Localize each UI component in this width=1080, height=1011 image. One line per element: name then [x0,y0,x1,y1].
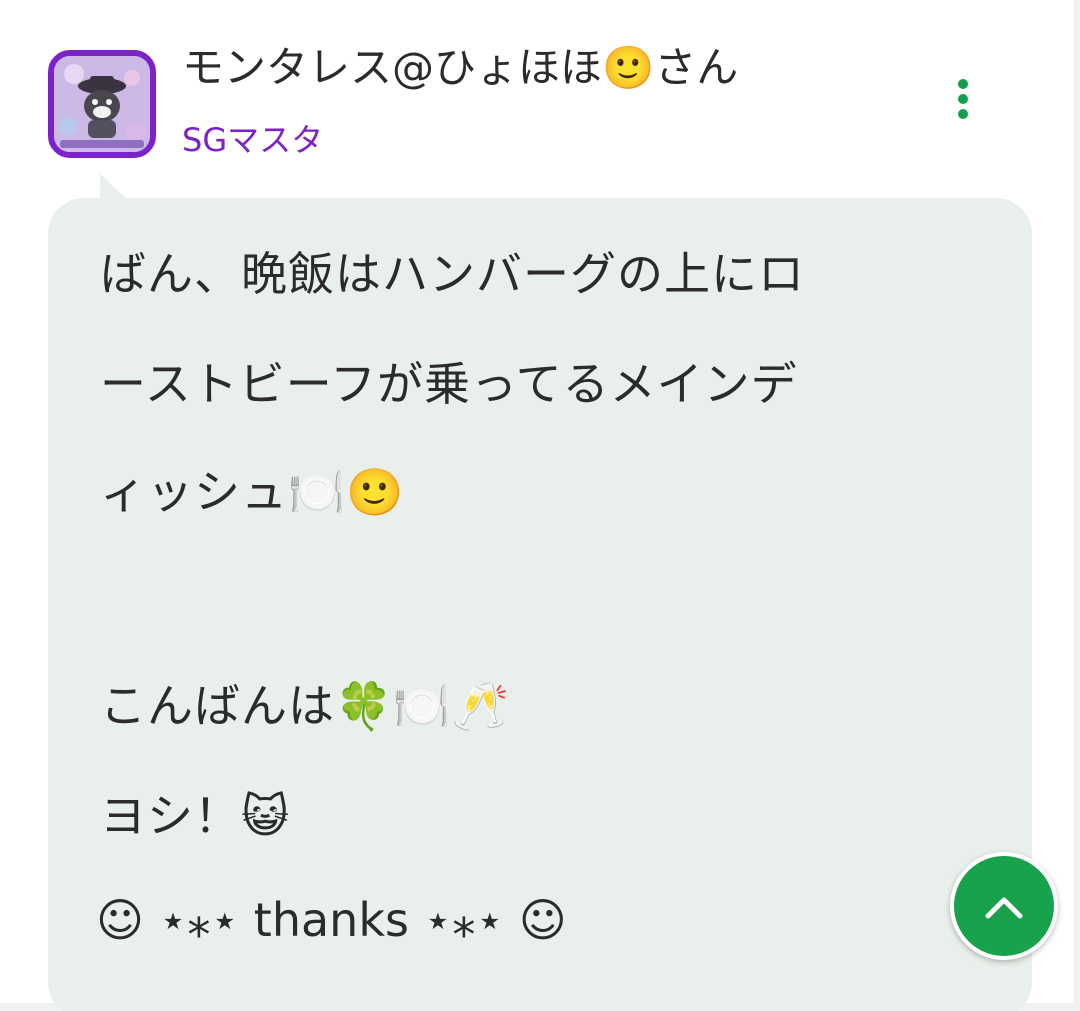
bubble-tail [100,174,128,200]
more-vertical-icon[interactable] [944,74,984,124]
post-screen: モンタレス@ひょほほ🙂さん SGマスタ ばん、晩飯はハンバーグの上にロ ーストビ… [0,0,1080,1011]
message-line: ヨシ！😺 [100,789,290,843]
message-line: こんばんは🍀🍽️🥂 [100,679,510,733]
thanks-line: ☺︎ ⋆⁎⋆ thanks ⋆⁎⋆ ☺︎ [96,893,567,947]
right-edge [1074,0,1080,1011]
message-line: ーストビーフが乗ってるメインデ [100,357,798,411]
message-line: ィッシュ🍽️🙂 [100,465,405,519]
user-name[interactable]: モンタレス@ひょほほ🙂さん [182,40,738,96]
chevron-up-icon [985,897,1023,919]
message-line: ばん、晩飯はハンバーグの上にロ [100,247,805,301]
user-title: SGマスタ [182,121,324,159]
menu-dot [958,94,968,104]
scroll-top-button[interactable] [950,852,1058,960]
menu-dot [958,79,968,89]
menu-dot [958,109,968,119]
avatar-image [54,56,150,152]
avatar[interactable] [48,50,156,158]
